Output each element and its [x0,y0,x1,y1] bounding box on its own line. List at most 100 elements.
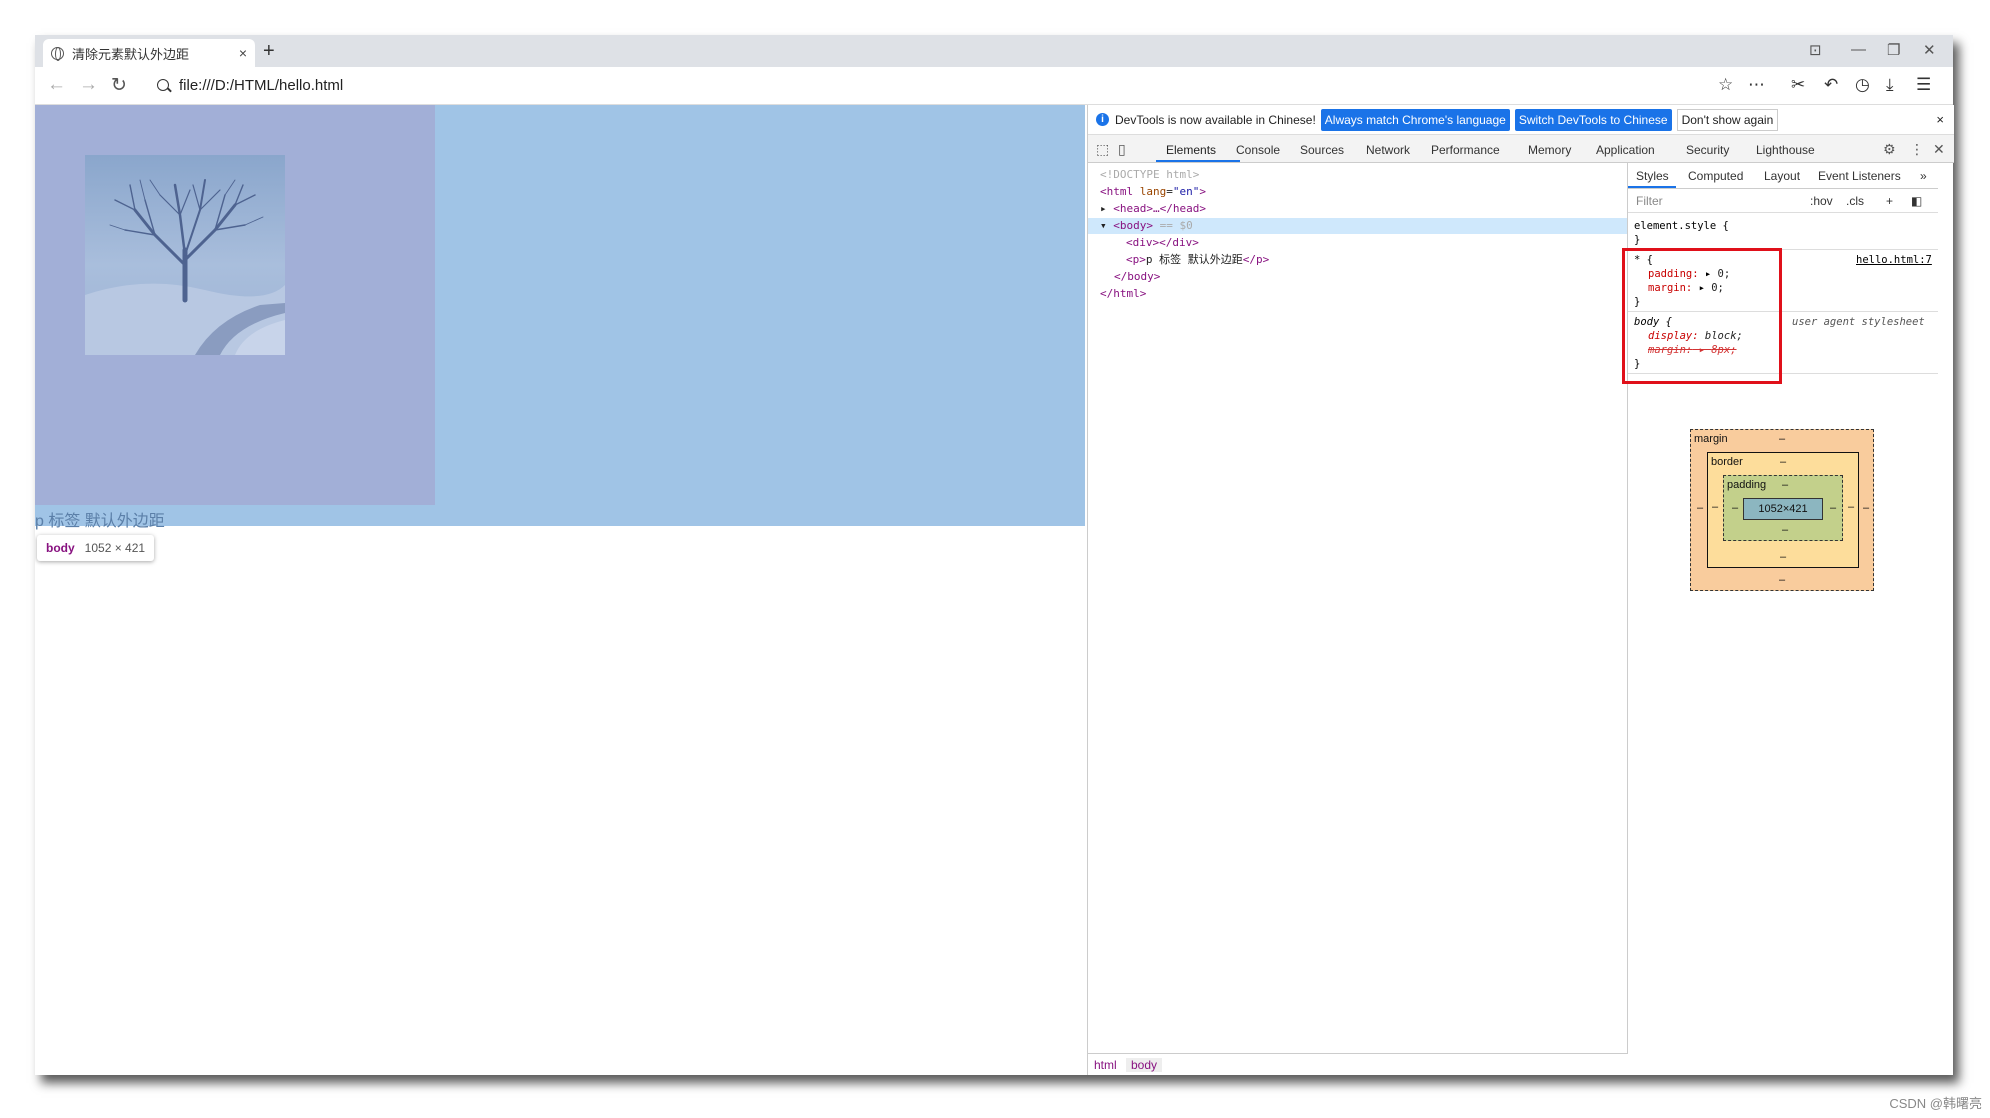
cls-toggle[interactable]: .cls [1846,194,1864,208]
browser-tab[interactable]: 清除元素默认外边距 × [43,39,255,67]
user-agent-label: user agent stylesheet [1792,316,1925,328]
switch-chinese-button[interactable]: Switch DevTools to Chinese [1514,108,1672,131]
infobar-message: DevTools is now available in Chinese! [1115,112,1316,127]
reload-icon[interactable]: ↻ [111,74,127,97]
tab-performance[interactable]: Performance [1431,143,1500,157]
tab-strip: 清除元素默认外边距 × + ⊡ — ❐ ✕ [35,35,1953,67]
tab-memory[interactable]: Memory [1528,143,1571,157]
watermark: CSDN @韩曙亮 [1889,1096,1982,1111]
search-icon [157,79,169,91]
box-model-content[interactable]: 1052×421 [1743,498,1823,520]
border-label: border [1711,456,1743,468]
tab-styles[interactable]: Styles [1636,169,1669,183]
tab-network[interactable]: Network [1366,143,1410,157]
menu-icon[interactable]: ☰ [1916,75,1931,95]
highlight-annotation-box [1622,248,1782,384]
element-style-rule[interactable]: element.style { [1634,219,1729,233]
undo-icon[interactable]: ↶ [1824,75,1838,95]
tab-lighthouse[interactable]: Lighthouse [1756,143,1815,157]
tooltip-size: 1052 × 421 [84,541,146,555]
breadcrumb-body[interactable]: body [1126,1058,1163,1072]
p-node[interactable]: <p>p 标签 默认外边距</p> [1126,252,1269,268]
active-tab-indicator [1156,160,1240,162]
language-infobar: i DevTools is now available in Chinese! … [1088,105,1954,135]
box-model-margin[interactable]: margin – – – – border – – – – padding – … [1690,429,1874,591]
inspect-element-icon[interactable]: ⬚ [1096,141,1109,158]
back-icon[interactable]: ← [47,74,66,96]
breadcrumb: html body [1088,1053,1628,1075]
head-node[interactable]: ▸ <head>…</head> [1100,201,1206,217]
tab-close-icon[interactable]: × [239,45,247,61]
devtools-close-icon[interactable]: ✕ [1933,141,1945,158]
border-top-value: – [1780,456,1787,468]
html-node[interactable]: <html lang="en"> [1100,184,1206,200]
margin-right-value: – [1863,502,1870,514]
settings-gear-icon[interactable]: ⚙ [1883,141,1896,158]
info-icon: i [1096,113,1109,126]
forward-icon[interactable]: → [79,74,98,96]
margin-left-value: – [1697,502,1704,514]
more-dots-icon[interactable]: ⋯ [1748,75,1765,95]
winter-tree-image [85,155,285,355]
devtools-tabs: ⬚ ▯ Elements Console Sources Network Per… [1088,135,1954,163]
border-bottom-value: – [1780,551,1787,563]
padding-bottom-value: – [1782,524,1789,536]
scissors-icon[interactable]: ✂ [1791,75,1805,95]
devtools-panel: i DevTools is now available in Chinese! … [1087,105,1954,1075]
tab-application[interactable]: Application [1596,143,1655,157]
inspect-tooltip: body 1052 × 421 [37,535,155,561]
match-language-button[interactable]: Always match Chrome's language [1320,108,1510,131]
window-close-icon[interactable]: ✕ [1923,41,1936,59]
address-bar[interactable]: file:///D:/HTML/hello.html [147,71,1807,99]
box-model-padding[interactable]: padding – – – – 1052×421 [1723,475,1843,541]
tab-search-icon[interactable]: ⊡ [1809,41,1822,59]
padding-left-value: – [1732,502,1739,514]
restore-icon[interactable]: ❐ [1887,41,1900,59]
dont-show-again-button[interactable]: Don't show again [1676,108,1779,131]
new-rule-icon[interactable]: + [1886,194,1893,208]
device-toolbar-icon[interactable]: ▯ [1118,141,1126,158]
new-tab-button[interactable]: + [263,39,275,63]
border-left-value: – [1712,501,1719,513]
devtools-more-icon[interactable]: ⋮ [1910,141,1924,158]
filter-input[interactable]: Filter [1636,194,1663,208]
collapse-arrow-icon[interactable]: ▾ [1100,219,1107,232]
tab-event-listeners[interactable]: Event Listeners [1818,169,1901,183]
browser-toolbar: ← → ↻ file:///D:/HTML/hello.html ☆ ⋯ ✂ ↶… [35,67,1953,105]
bookmark-star-icon[interactable]: ☆ [1718,75,1733,95]
doctype-node[interactable]: <!DOCTYPE html> [1100,167,1199,183]
history-clock-icon[interactable]: ◷ [1855,75,1870,95]
address-text: file:///D:/HTML/hello.html [179,76,344,94]
tab-console[interactable]: Console [1236,143,1280,157]
download-icon[interactable]: ⤓ [1886,75,1894,95]
body-close-node: </body> [1114,270,1161,283]
tab-computed[interactable]: Computed [1688,169,1743,183]
element-style-close: } [1634,234,1641,246]
tab-elements[interactable]: Elements [1166,143,1216,157]
toggle-sidebar-icon[interactable]: ◧ [1911,194,1922,208]
expand-arrow-icon[interactable]: ▸ [1100,202,1107,215]
margin-label: margin [1694,433,1728,445]
div-highlight [35,105,435,505]
elements-tree: <!DOCTYPE html> <html lang="en"> ▸ <head… [1088,163,1628,1053]
source-link[interactable]: hello.html:7 [1856,253,1932,267]
div-node[interactable]: <div></div> [1126,235,1199,251]
body-node-selected[interactable]: ▾ <body> == $0 [1088,218,1627,234]
box-model-border[interactable]: border – – – – padding – – – – 1052×421 [1707,452,1859,568]
minimize-icon[interactable]: — [1851,41,1866,58]
tab-layout[interactable]: Layout [1764,169,1800,183]
tab-sources[interactable]: Sources [1300,143,1344,157]
tooltip-tag: body [46,541,75,555]
styles-subtabs: Styles Computed Layout Event Listeners » [1628,163,1938,189]
padding-top-value: – [1782,479,1789,491]
margin-top-value: – [1779,433,1786,445]
hov-toggle[interactable]: :hov [1810,194,1833,208]
infobar-close-icon[interactable]: × [1936,112,1944,127]
padding-label: padding [1727,479,1767,491]
more-tabs-icon[interactable]: » [1920,169,1927,183]
border-right-value: – [1848,501,1855,513]
page-viewport: p 标签 默认外边距 body 1052 × 421 [35,105,1085,1075]
tab-security[interactable]: Security [1686,143,1729,157]
padding-right-value: – [1830,502,1837,514]
breadcrumb-html[interactable]: html [1094,1058,1117,1072]
